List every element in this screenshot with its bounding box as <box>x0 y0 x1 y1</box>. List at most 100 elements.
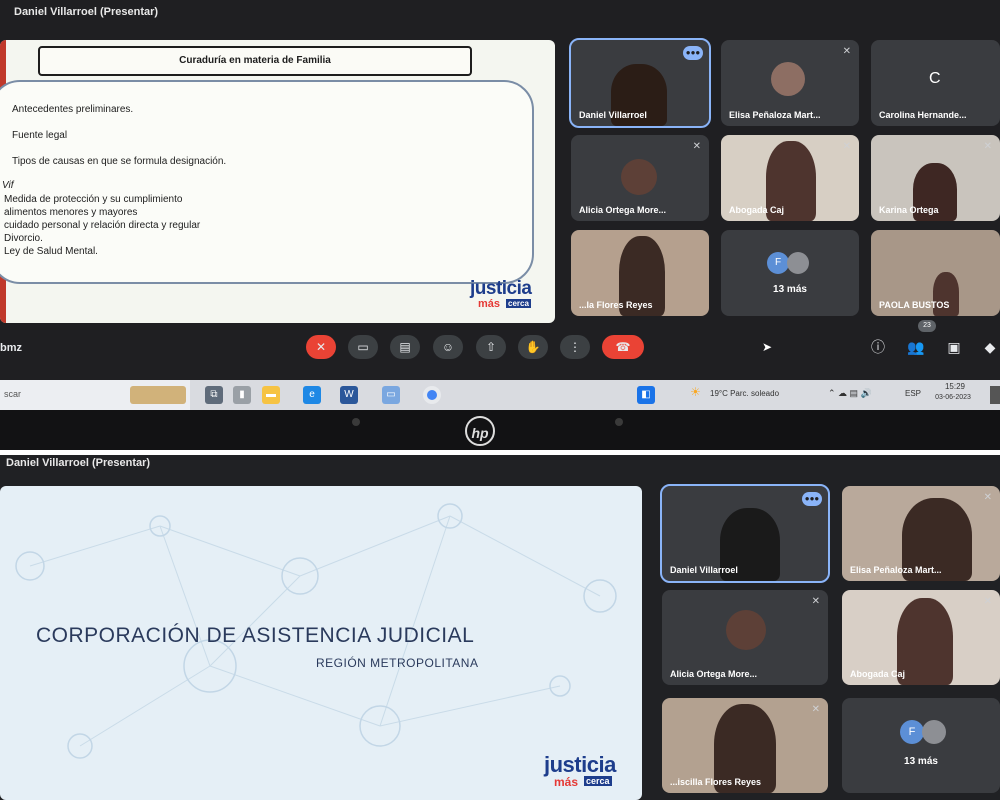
edge-icon[interactable]: e <box>303 386 321 404</box>
tray-icons[interactable]: ⌃ ☁ ▤ 🔊 <box>828 388 872 399</box>
participant-tile[interactable]: F 13 más <box>842 698 1000 793</box>
participants-count-badge: 23 <box>918 320 936 332</box>
weather-text: 19°C Parc. soleado <box>710 389 780 398</box>
chat-button[interactable]: ▣ <box>942 335 966 359</box>
info-icon: ⓘ <box>871 339 885 355</box>
more-participants: 13 más <box>904 756 938 767</box>
clock-time[interactable]: 15:29 <box>935 382 975 391</box>
speaking-indicator-icon: ●●● <box>683 46 703 60</box>
mouse-cursor-icon: ➤ <box>762 340 773 354</box>
search-placeholder: scar <box>4 389 22 399</box>
file-explorer-icon[interactable]: ▬ <box>262 386 280 404</box>
participant-name: Daniel Villarroel <box>670 565 738 575</box>
slide-subitem: alimentos menores y mayores <box>4 207 138 218</box>
participant-tile[interactable]: C Carolina Hernande... <box>871 40 1000 126</box>
mic-toggle-button[interactable]: ✕ <box>306 335 336 359</box>
participant-tile[interactable]: ✕ Alicia Ortega More... <box>571 135 709 221</box>
mic-off-icon: ✕ <box>811 596 820 607</box>
participant-tile[interactable]: ✕ Abogada Caj <box>721 135 859 221</box>
captions-button[interactable]: ▤ <box>390 335 420 359</box>
participant-name: Elisa Peñaloza Mart... <box>729 110 821 120</box>
participant-tile[interactable]: ✕ Alicia Ortega More... <box>662 590 828 685</box>
language-indicator[interactable]: ESP <box>905 389 921 398</box>
notification-icon[interactable] <box>990 386 1000 404</box>
slide-subitem: Medida de protección y su cumplimiento <box>4 194 183 205</box>
chrome-icon[interactable] <box>423 386 441 404</box>
captions-icon: ▤ <box>399 340 411 354</box>
logo-cerca-text: cerca <box>506 299 531 308</box>
slide-title: Curaduría en materia de Familia <box>38 46 472 76</box>
avatar-initial: F <box>900 720 924 744</box>
tray-app-icon[interactable]: ◧ <box>637 386 655 404</box>
present-button[interactable]: ⇧ <box>476 335 506 359</box>
participant-tile[interactable]: F 13 más <box>721 230 859 316</box>
logo-justicia-text: justicia <box>470 278 532 299</box>
logo-cerca-text: cerca <box>584 776 612 786</box>
windows-taskbar: scar ⧉ ▮ ▬ e W ▭ ◧ ☀ 19°C Parc. soleado … <box>0 380 1000 410</box>
activities-button[interactable]: ◆ <box>978 335 1000 359</box>
people-button[interactable]: 👥 <box>904 335 928 359</box>
more-options-button[interactable]: ⋮ <box>560 335 590 359</box>
chat-icon: ▣ <box>947 339 961 355</box>
end-call-button[interactable]: ☎ <box>602 335 644 359</box>
slide-mark: Vif <box>2 180 14 191</box>
avatar <box>787 252 809 274</box>
slide-item: Fuente legal <box>12 130 68 141</box>
phone-hangup-icon: ☎ <box>615 340 631 354</box>
participant-tile[interactable]: ✕ ...iscilla Flores Reyes <box>662 698 828 793</box>
clock-date[interactable]: 03-06-2023 <box>928 394 978 401</box>
taskbar-search-box[interactable]: scar <box>0 380 190 410</box>
justicia-logo: justicia más cerca <box>470 278 550 318</box>
slide-item: Antecedentes preliminares. <box>12 104 134 115</box>
word-icon[interactable]: W <box>340 386 358 404</box>
emoji-button[interactable]: ☺ <box>433 335 463 359</box>
participant-tile[interactable]: ✕ Abogada Caj <box>842 590 1000 685</box>
participant-name: Carolina Hernande... <box>879 110 967 120</box>
participant-name: ...iscilla Flores Reyes <box>670 777 762 787</box>
slide-subitem: Ley de Salud Mental. <box>4 246 98 257</box>
participant-name: PAOLA BUSTOS <box>879 300 950 310</box>
speaking-indicator-icon: ●●● <box>802 492 822 506</box>
bottom-meet-window: Daniel Villarroel (Presentar) CORPORACIÓ… <box>0 455 1000 800</box>
meeting-code: bmz <box>0 342 22 354</box>
mic-off-icon: ✕ <box>842 141 851 152</box>
mic-off-icon: ✕ <box>842 46 851 57</box>
present-icon: ⇧ <box>485 340 497 354</box>
participant-tile[interactable]: ...la Flores Reyes <box>571 230 709 316</box>
participant-name: Daniel Villarroel <box>579 110 647 120</box>
widgets-icon[interactable]: ▮ <box>233 386 251 404</box>
mic-off-icon: ✕ <box>692 141 701 152</box>
logo-mas-text: más <box>478 298 501 310</box>
task-view-icon[interactable]: ⧉ <box>205 386 223 404</box>
search-highlight-image <box>130 386 186 404</box>
participant-name: Alicia Ortega More... <box>579 205 667 215</box>
avatar <box>726 610 766 650</box>
participant-name: ...la Flores Reyes <box>579 300 653 310</box>
avatar-initial: C <box>929 70 941 87</box>
bezel-dot <box>352 418 360 426</box>
avatar <box>922 720 946 744</box>
avatar <box>771 62 805 96</box>
participant-tile[interactable]: ✕ Karina Ortega <box>871 135 1000 221</box>
participant-tile[interactable]: ●●● Daniel Villarroel <box>660 484 830 583</box>
camera-icon: ▭ <box>357 340 369 354</box>
participant-tile[interactable]: ✕ Elisa Peñaloza Mart... <box>842 486 1000 581</box>
emoji-icon: ☺ <box>441 340 455 354</box>
mic-off-icon: ✕ <box>983 141 992 152</box>
more-vertical-icon: ⋮ <box>569 340 581 354</box>
meeting-info-button[interactable]: ⓘ <box>866 335 890 359</box>
mic-off-icon: ✕ <box>811 704 820 715</box>
raise-hand-button[interactable]: ✋ <box>518 335 548 359</box>
participant-tile[interactable]: ✕ Elisa Peñaloza Mart... <box>721 40 859 126</box>
app-icon[interactable]: ▭ <box>382 386 400 404</box>
mic-off-icon: ✕ <box>983 492 992 503</box>
shared-slide: Curaduría en materia de Familia Antecede… <box>0 40 555 323</box>
logo-mas-text: más <box>554 775 579 789</box>
justicia-logo: justicia más cerca <box>540 752 635 796</box>
camera-toggle-button[interactable]: ▭ <box>348 335 378 359</box>
participant-tile[interactable]: ●●● Daniel Villarroel <box>569 38 711 128</box>
bezel-dot <box>615 418 623 426</box>
shapes-icon: ◆ <box>984 339 996 355</box>
slide-item: Tipos de causas en que se formula design… <box>12 156 227 167</box>
participant-tile[interactable]: PAOLA BUSTOS <box>871 230 1000 316</box>
